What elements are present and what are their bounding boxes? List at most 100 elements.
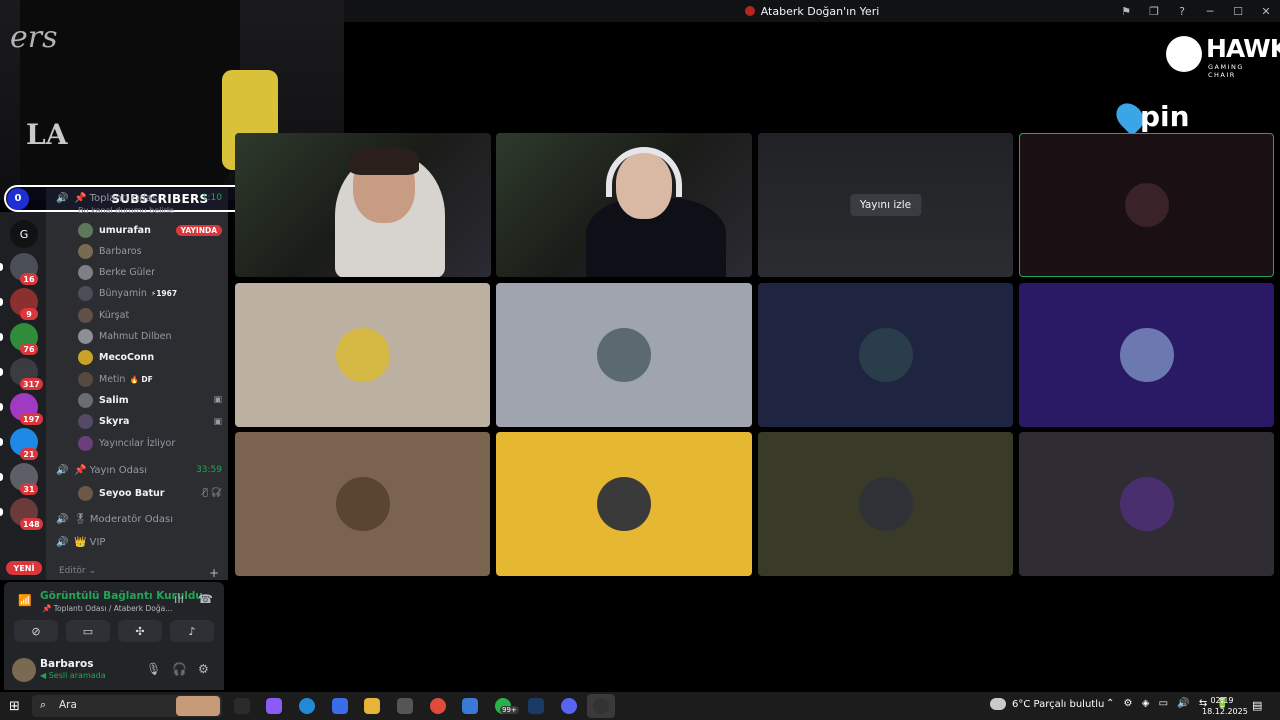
user-name: Skyra [99,416,130,428]
avatar [1119,328,1174,382]
activities-button[interactable]: ✣ [118,620,162,642]
voice-location[interactable]: 📌 Toplantı Odası / Ataberk Doğa... [42,604,172,613]
mail-icon[interactable] [332,698,348,714]
user-name: MecoConn [99,352,155,364]
channel-yayin-odasi[interactable]: 🔊 📌 Yayın Odası 33:59 [56,460,222,480]
channel-name: 📌 Toplantı Odası [74,192,160,204]
avatar [858,477,913,531]
participant-tile[interactable] [758,283,1013,427]
obs-icon[interactable] [593,698,609,714]
pin-word: pin [1140,100,1190,133]
participant-tile[interactable] [758,432,1013,576]
discord-icon[interactable] [561,698,577,714]
video-tile-1[interactable] [235,133,491,277]
avatar [335,328,390,382]
user-tag: 🔥 DF [129,374,153,384]
close-button[interactable]: ✕ [1252,5,1280,18]
mention-badge: 16 [20,273,38,285]
participant-tile[interactable] [496,432,752,576]
channel-name: 🎖 Moderatör Odası [74,513,174,525]
new-badge[interactable]: YENİ [6,561,42,575]
user-name: Salim [99,394,129,406]
help-icon[interactable]: ? [1168,5,1196,18]
hawk-word: HAWK [1206,34,1280,63]
channel-toplanti-odasi[interactable]: 🔊 📌 Toplantı Odası 1:10 [56,188,222,208]
voice-user-row[interactable]: Mahmut Dilben [78,327,222,347]
speaker-icon: 🔊 [56,536,69,548]
minimize-button[interactable]: ─ [1196,5,1224,18]
voice-user-row[interactable]: umurafan YAYINDA [78,220,222,240]
screen-share-button[interactable]: ▭ [66,620,110,642]
copilot-icon[interactable] [266,698,282,714]
maximize-button[interactable]: ☐ [1224,5,1252,18]
avatar [78,371,93,387]
participant-tile[interactable] [1019,283,1274,427]
add-channel-icon[interactable]: + [209,566,219,580]
disconnect-icon[interactable]: ☎ [198,592,213,606]
avatar [597,477,651,531]
voice-user-row[interactable]: Barbaros [78,241,222,261]
live-badge: YAYINDA [175,224,222,236]
webcam-shirt-logo: LA [26,118,68,151]
participant-tile[interactable] [1019,432,1274,576]
notification-icon[interactable]: ▤ [1252,699,1262,712]
soundboard-button[interactable]: ♪ [170,620,214,642]
file-explorer-icon[interactable] [364,698,380,714]
channel-name: 👑 VIP [74,536,106,548]
weather-widget[interactable]: 6°C Parçalı bulutlu [990,698,1104,710]
headphones-icon [606,147,682,197]
voice-user-row[interactable]: Skyra ▣ [78,412,222,432]
weather-text: 6°C Parçalı bulutlu [1012,698,1105,710]
user-panel-name[interactable]: Barbaros [40,658,94,670]
watch-stream-button[interactable]: Yayını izle [849,194,922,216]
windows-start-icon[interactable]: ⊞ [9,699,20,714]
xbox-icon[interactable] [397,698,413,714]
participant-tile[interactable] [235,432,490,576]
settings-gear-icon[interactable]: ⚙ [198,662,209,676]
voice-user-row[interactable]: Yayıncılar İzliyor [78,433,222,453]
clock[interactable]: 02:19 18.12.2025 [1202,695,1248,717]
steam-icon[interactable] [528,698,544,714]
channel-name: 📌 Yayın Odası [74,464,148,476]
app-icon[interactable] [462,698,478,714]
avatar [1119,477,1174,531]
noise-suppression-icon[interactable]: ılı [174,592,184,606]
avatar [78,485,93,501]
muted-icons: 🎙̸ 🎧̸ [202,488,222,498]
speaking-tile[interactable] [1019,133,1274,277]
chrome-icon[interactable] [430,698,446,714]
avatar [78,307,93,323]
user-name: Seyoo Batur [99,487,165,499]
voice-user-row[interactable]: Berke Güler [78,263,222,283]
task-view-icon[interactable] [234,698,250,714]
stream-tile[interactable]: Yayını izle [758,133,1013,277]
edge-icon[interactable] [299,698,315,714]
server-icon-g[interactable]: G [10,220,38,248]
desert-widget-icon[interactable] [176,696,220,716]
signal-icon[interactable]: 📶 [18,594,32,607]
cloud-icon [990,698,1006,710]
voice-user-row[interactable]: Metin 🔥 DF [78,369,222,389]
voice-user-row[interactable]: Seyoo Batur 🎙̸ 🎧̸ [78,483,222,503]
voice-user-row[interactable]: Bünyamin ⚡1967 [78,284,222,304]
microphone-icon[interactable]: 🎙 [146,662,161,676]
voice-user-row[interactable]: Kürşat [78,305,222,325]
popout-icon[interactable]: ❐ [1140,5,1168,18]
participant-tile[interactable] [235,283,490,427]
video-tile-2[interactable] [496,133,752,277]
flag-icon[interactable]: ⚑ [1112,5,1140,18]
channel-vip[interactable]: 🔊 👑 VIP [56,532,222,552]
voice-user-row[interactable]: MecoConn [78,348,222,368]
category-editor[interactable]: Editör ⌄ + [59,566,219,580]
user-name: Kürşat [99,309,130,321]
video-camera-icon: ▣ [213,395,222,406]
avatar [78,350,93,366]
clock-time: 02:19 [1210,696,1234,705]
headphones-icon[interactable]: 🎧 [172,662,187,676]
camera-off-button[interactable]: ⊘ [14,620,58,642]
window-title: Ataberk Doğan'ın Yeri [760,4,880,18]
voice-user-row[interactable]: Salim ▣ [78,390,222,410]
channel-moderator-odasi[interactable]: 🔊 🎖 Moderatör Odası [56,509,222,529]
participant-tile[interactable] [496,283,752,427]
avatar[interactable] [12,658,36,682]
